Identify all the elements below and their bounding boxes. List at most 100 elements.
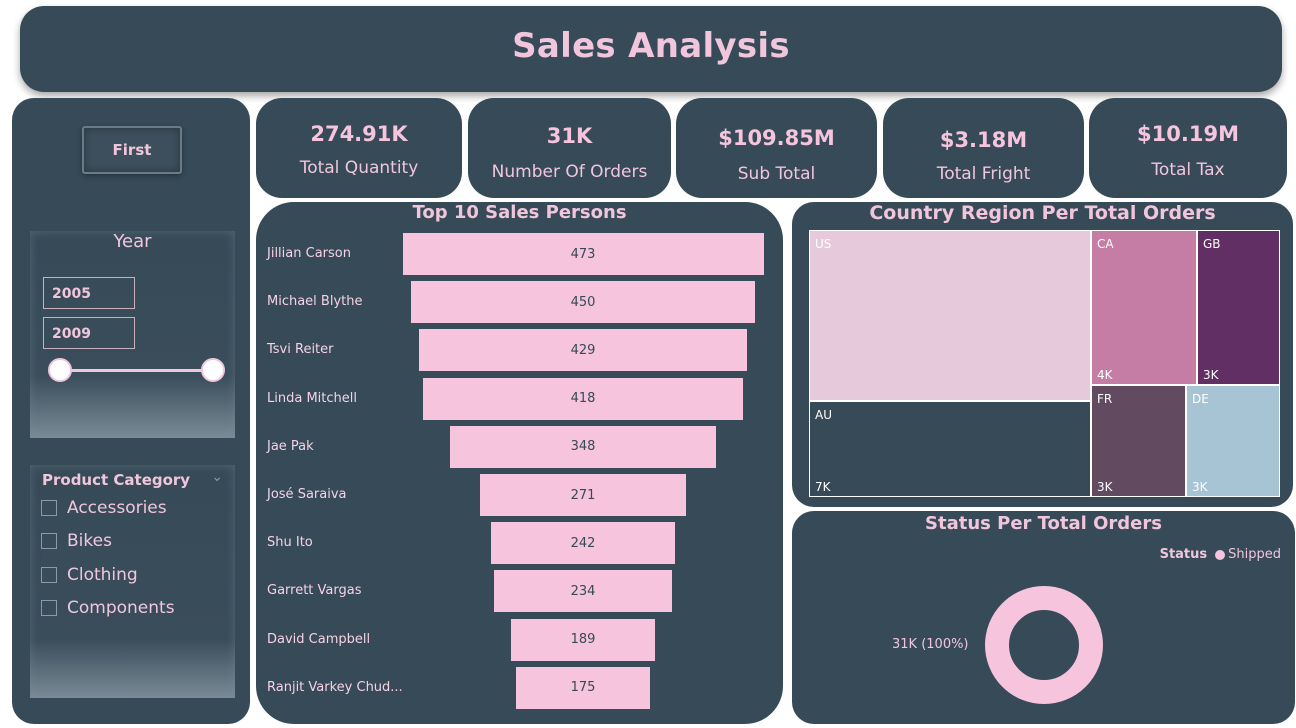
first-button[interactable]: First bbox=[82, 126, 182, 174]
funnel-category-label: José Saraiva bbox=[267, 487, 347, 502]
funnel-category-label: Ranjit Varkey Chud... bbox=[267, 679, 403, 695]
funnel-category-label: Linda Mitchell bbox=[267, 390, 357, 406]
header-banner: Sales Analysis bbox=[20, 6, 1282, 92]
kpi-value: $109.85M bbox=[718, 126, 835, 150]
funnel-bar[interactable]: 175 bbox=[516, 666, 650, 709]
product-category-title: Product Category bbox=[42, 471, 191, 489]
treemap-cell-value: 3K bbox=[1192, 480, 1208, 494]
funnel-bar[interactable]: 271 bbox=[479, 474, 687, 516]
funnel-bar-value: 450 bbox=[570, 294, 596, 310]
funnel-category-label: Tsvi Reiter bbox=[267, 342, 334, 358]
donut-slice-shipped[interactable] bbox=[985, 586, 1103, 704]
funnel-bar-value: 429 bbox=[570, 342, 596, 358]
product-category-slicer: Product Category ⌄ Accessories Bikes Clo… bbox=[30, 465, 235, 698]
kpi-sub-total: $109.85M Sub Total bbox=[676, 98, 877, 198]
category-label: Bikes bbox=[67, 531, 112, 551]
treemap-cell-label: AU bbox=[815, 408, 832, 422]
category-item-bikes[interactable]: Bikes bbox=[41, 528, 112, 554]
funnel-category-label: Shu Ito bbox=[267, 535, 313, 551]
treemap-cell-value: 7K bbox=[815, 480, 831, 494]
treemap-cell-label: FR bbox=[1097, 392, 1113, 406]
country-region-treemap: Country Region Per Total Orders US AU 7K CA… bbox=[792, 202, 1293, 507]
funnel-bar-value: 234 bbox=[570, 583, 596, 599]
category-label: Clothing bbox=[67, 565, 138, 585]
donut-svg bbox=[985, 586, 1103, 704]
kpi-label: Total Quantity bbox=[299, 158, 419, 178]
kpi-number-of-orders: 31K Number Of Orders bbox=[468, 98, 671, 198]
funnel-bar-value: 242 bbox=[570, 535, 596, 551]
treemap-cell-label: GB bbox=[1203, 237, 1221, 251]
year-slider-end-handle[interactable] bbox=[201, 358, 225, 382]
checkbox[interactable] bbox=[41, 600, 57, 616]
kpi-label: Sub Total bbox=[737, 164, 816, 184]
kpi-value: 274.91K bbox=[310, 122, 408, 146]
treemap-cell-gb[interactable]: GB 3K bbox=[1197, 230, 1280, 385]
treemap-cell-fr[interactable]: FR 3K bbox=[1091, 385, 1186, 497]
kpi-value: $3.18M bbox=[939, 128, 1028, 152]
funnel-bar[interactable]: 348 bbox=[450, 425, 716, 468]
year-slicer: Year 2005 2009 bbox=[30, 231, 235, 438]
treemap-cell-de[interactable]: DE 3K bbox=[1186, 385, 1280, 497]
kpi-label: Total Fright bbox=[936, 164, 1031, 184]
funnel-category-label: Garrett Vargas bbox=[267, 583, 362, 599]
treemap-cell-value: 3K bbox=[1203, 368, 1219, 382]
donut-chart-title: Status Per Total Orders bbox=[925, 513, 1162, 534]
year-slicer-title: Year bbox=[113, 231, 152, 252]
checkbox[interactable] bbox=[41, 567, 57, 583]
legend-swatch bbox=[1215, 549, 1226, 560]
treemap-title: Country Region Per Total Orders bbox=[869, 202, 1216, 224]
sales-persons-funnel-chart: Top 10 Sales Persons Jillian Carson 473 Mi… bbox=[256, 202, 783, 724]
funnel-bar[interactable]: 189 bbox=[510, 618, 656, 661]
treemap-cell-ca[interactable]: CA 4K bbox=[1091, 230, 1197, 385]
treemap-cell-us[interactable]: US bbox=[809, 230, 1091, 401]
treemap-cell-value: 4K bbox=[1097, 368, 1113, 382]
treemap-cell-label: US bbox=[815, 237, 832, 251]
category-item-accessories[interactable]: Accessories bbox=[41, 495, 167, 521]
funnel-bar[interactable]: 473 bbox=[402, 233, 764, 275]
year-start-input[interactable]: 2005 bbox=[43, 277, 135, 309]
category-item-clothing[interactable]: Clothing bbox=[41, 562, 138, 588]
funnel-chart-title: Top 10 Sales Persons bbox=[412, 202, 627, 223]
donut-data-label: 31K (100%) bbox=[892, 637, 969, 652]
year-end-input[interactable]: 2009 bbox=[43, 317, 135, 349]
status-donut-chart: Status Per Total Orders Status Shipped 3… bbox=[792, 511, 1295, 724]
checkbox[interactable] bbox=[41, 533, 57, 549]
funnel-bar-value: 189 bbox=[570, 632, 596, 648]
funnel-bar-value: 473 bbox=[570, 246, 596, 262]
funnel-bar[interactable]: 234 bbox=[493, 570, 673, 613]
funnel-category-label: Jillian Carson bbox=[267, 246, 351, 261]
category-label: Accessories bbox=[67, 498, 167, 518]
kpi-total-quantity: 274.91K Total Quantity bbox=[256, 98, 462, 198]
treemap-cell-label: DE bbox=[1192, 392, 1209, 406]
funnel-bar-value: 418 bbox=[570, 391, 596, 407]
funnel-bar-value: 348 bbox=[570, 439, 596, 455]
category-label: Components bbox=[67, 598, 175, 618]
kpi-total-tax: $10.19M Total Tax bbox=[1089, 98, 1287, 198]
filter-sidebar: First Year 2005 2009 Product Category ⌄ … bbox=[12, 98, 250, 724]
funnel-bar[interactable]: 242 bbox=[490, 522, 676, 565]
legend-title: Status bbox=[1159, 547, 1208, 562]
checkbox[interactable] bbox=[41, 500, 57, 516]
chevron-down-icon[interactable]: ⌄ bbox=[211, 469, 223, 485]
funnel-category-label: David Campbell bbox=[267, 631, 371, 647]
year-slider-track[interactable] bbox=[60, 369, 215, 372]
funnel-bar-value: 175 bbox=[570, 680, 596, 696]
kpi-label: Number Of Orders bbox=[491, 162, 648, 182]
treemap-cell-value: 3K bbox=[1097, 480, 1113, 494]
category-item-components[interactable]: Components bbox=[41, 595, 175, 621]
treemap-cell-au[interactable]: AU 7K bbox=[809, 401, 1091, 497]
donut-legend: Status Shipped bbox=[1160, 547, 1281, 562]
kpi-value: $10.19M bbox=[1137, 122, 1239, 146]
funnel-category-label: Jae Pak bbox=[267, 438, 314, 454]
year-slider-start-handle[interactable] bbox=[48, 358, 72, 382]
kpi-total-fright: $3.18M Total Fright bbox=[883, 98, 1084, 198]
kpi-label: Total Tax bbox=[1151, 160, 1225, 180]
page-title: Sales Analysis bbox=[512, 26, 790, 66]
funnel-bar-value: 271 bbox=[570, 487, 596, 503]
funnel-bar[interactable]: 418 bbox=[423, 377, 743, 420]
funnel-bar[interactable]: 450 bbox=[411, 281, 755, 324]
treemap-cell-label: CA bbox=[1097, 237, 1114, 251]
funnel-bar[interactable]: 429 bbox=[419, 329, 747, 372]
legend-item-shipped[interactable]: Shipped bbox=[1228, 547, 1281, 562]
funnel-category-label: Michael Blythe bbox=[267, 294, 363, 310]
